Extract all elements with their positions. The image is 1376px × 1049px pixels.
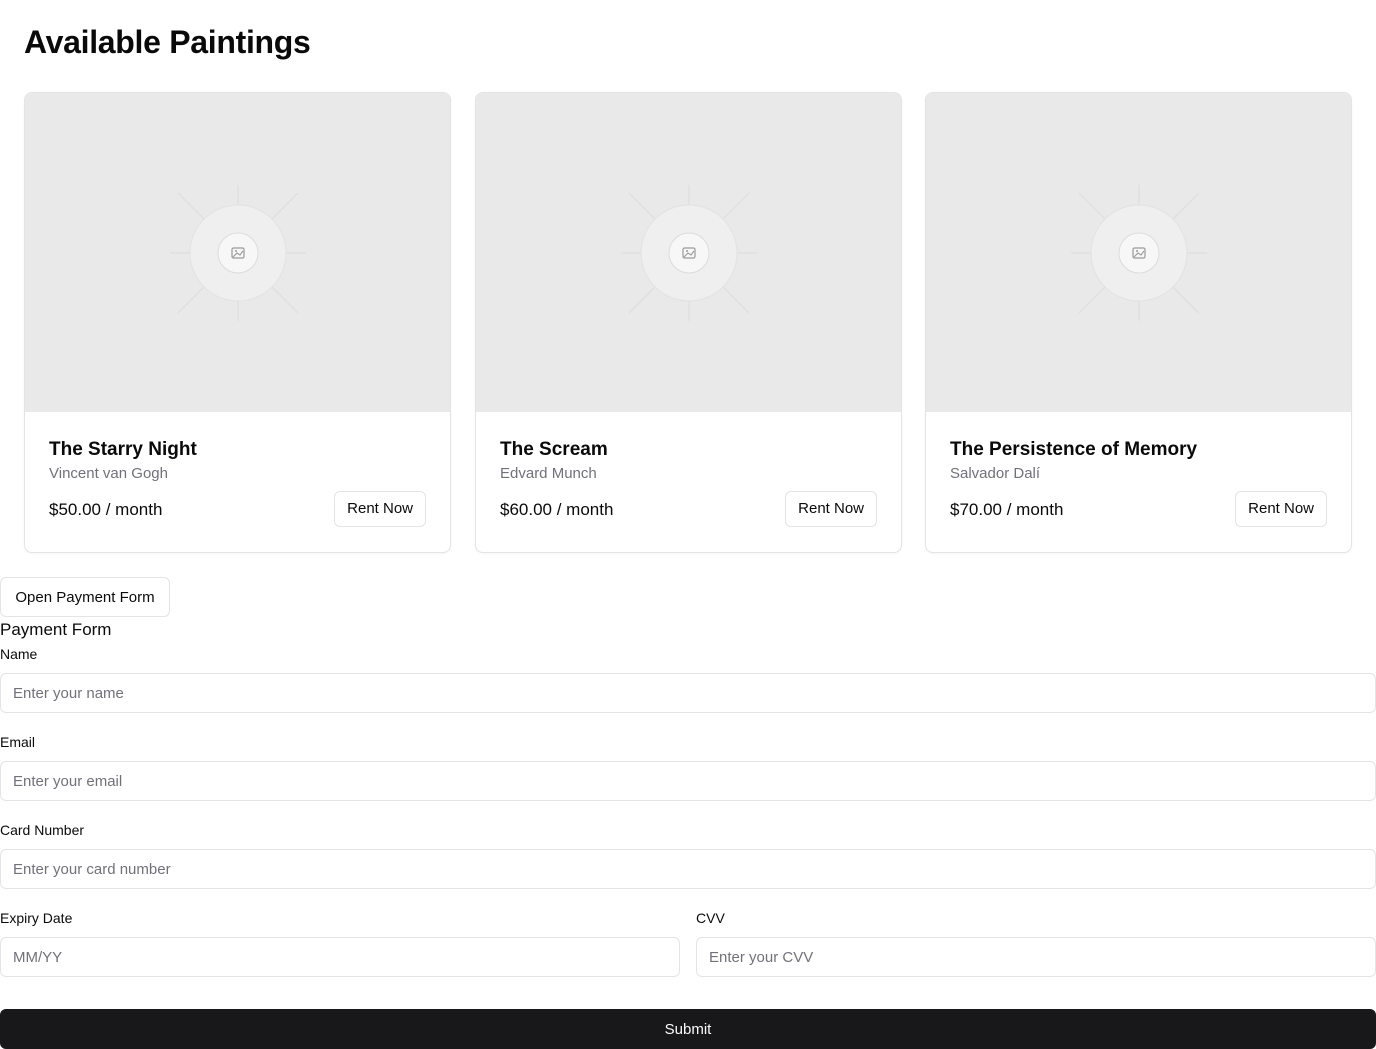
painting-image-placeholder	[476, 93, 901, 412]
cvv-label: CVV	[696, 910, 725, 926]
painting-card: The Scream Edvard Munch $60.00 / month R…	[475, 92, 902, 553]
submit-button[interactable]: Submit	[0, 1009, 1376, 1049]
image-placeholder-icon	[620, 184, 757, 321]
rent-now-button[interactable]: Rent Now	[334, 491, 426, 527]
open-payment-form-button[interactable]: Open Payment Form	[0, 577, 170, 617]
painting-price: $70.00 / month	[950, 500, 1064, 519]
painting-price: $60.00 / month	[500, 500, 614, 519]
image-placeholder-icon	[169, 184, 306, 321]
payment-form-title: Payment Form	[0, 620, 112, 639]
cvv-input[interactable]	[696, 937, 1376, 977]
painting-artist: Vincent van Gogh	[49, 465, 168, 482]
card-number-label: Card Number	[0, 822, 85, 838]
painting-price: $50.00 / month	[49, 500, 163, 519]
painting-card: The Starry Night Vincent van Gogh $50.00…	[24, 92, 451, 553]
painting-artist: Salvador Dalí	[950, 465, 1041, 482]
painting-artist: Edvard Munch	[500, 465, 597, 482]
painting-image-placeholder	[25, 93, 450, 412]
page-title: Available Paintings	[24, 24, 311, 60]
image-placeholder-icon	[1070, 184, 1207, 321]
painting-title: The Persistence of Memory	[950, 439, 1198, 460]
name-label: Name	[0, 646, 38, 662]
expiry-date-input[interactable]	[0, 937, 680, 977]
email-input[interactable]	[0, 761, 1376, 801]
expiry-date-label: Expiry Date	[0, 910, 73, 926]
painting-image-placeholder	[926, 93, 1351, 412]
rent-now-button[interactable]: Rent Now	[785, 491, 877, 527]
painting-title: The Starry Night	[49, 439, 197, 460]
email-label: Email	[0, 734, 36, 750]
name-input[interactable]	[0, 673, 1376, 713]
painting-title: The Scream	[500, 439, 608, 460]
painting-card: The Persistence of Memory Salvador Dalí …	[925, 92, 1352, 553]
card-number-input[interactable]	[0, 849, 1376, 889]
rent-now-button[interactable]: Rent Now	[1235, 491, 1327, 527]
